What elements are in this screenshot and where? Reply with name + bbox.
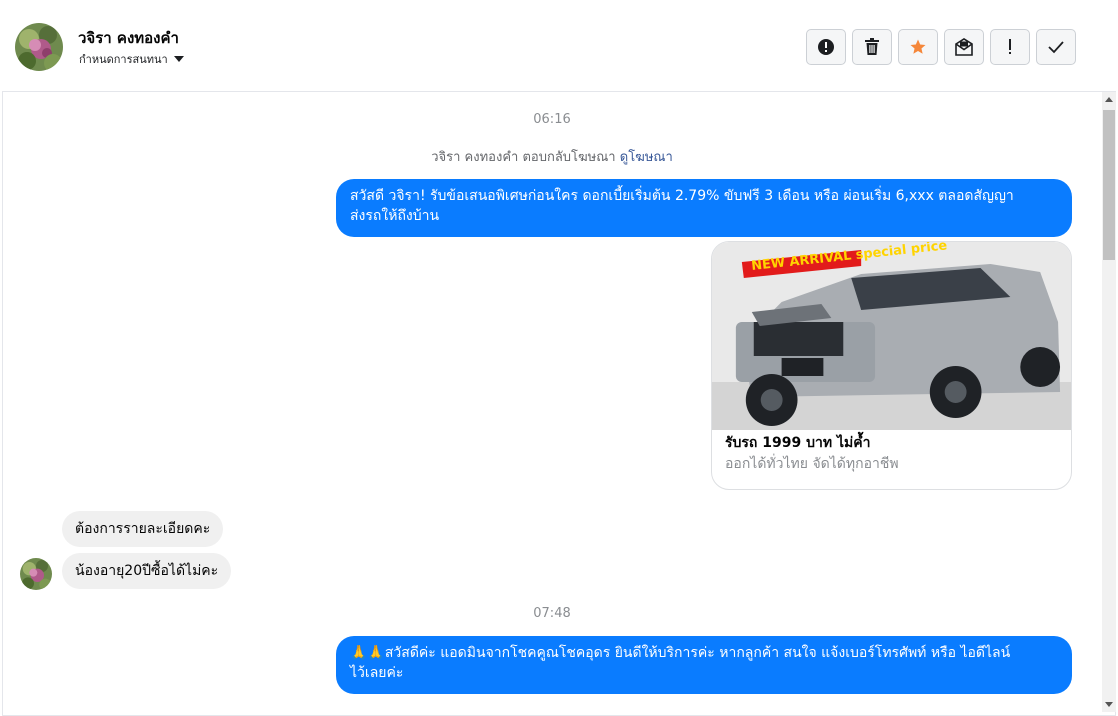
ad-reply-text: วจิรา คงทองคำ ตอบกลับโฆษณา (431, 150, 616, 165)
message-line: ไว้เลยค่ะ (350, 665, 404, 681)
trash-icon (865, 38, 879, 55)
assign-label: กำหนดการสนทนา (79, 53, 168, 66)
conversation-header: วจิรา คงทองคำ กำหนดการสนทนา (2, 4, 1116, 92)
delete-button[interactable] (852, 29, 892, 65)
toolbar (806, 29, 1076, 65)
star-button[interactable] (898, 29, 938, 65)
car-image: NEW ARRIVAL special price (712, 242, 1071, 430)
contact-avatar-small (20, 558, 52, 590)
exclamation-icon (1009, 39, 1011, 54)
contact-avatar[interactable] (15, 23, 63, 71)
outgoing-message[interactable]: สวัสดี วจิรา! รับข้อเสนอพิเศษก่อนใคร ดอก… (336, 179, 1072, 237)
incoming-message[interactable]: น้องอายุ20ปีซื้อได้ไม่คะ (62, 553, 232, 589)
check-icon (1048, 41, 1064, 54)
incoming-message[interactable]: ต้องการรายละเอียดคะ (62, 511, 224, 547)
follow-up-button[interactable] (990, 29, 1030, 65)
ad-card-subtitle: ออกได้ทั่วไทย จัดได้ทุกอาชีพ (725, 456, 899, 472)
outgoing-message[interactable]: 🙏🙏สวัสดีค่ะ แอดมินจากโชคคูณโชคอุดร ยินดี… (336, 636, 1072, 694)
ad-card-title: รับรถ 1999 บาท ไม่ค้ำ (725, 435, 871, 451)
timestamp: 06:16 (533, 112, 571, 127)
assign-conversation-dropdown[interactable]: กำหนดการสนทนา (79, 50, 184, 68)
mark-spam-button[interactable] (806, 29, 846, 65)
view-ad-link[interactable]: ดูโฆษณา (620, 150, 673, 165)
ad-card[interactable]: NEW ARRIVAL special price รับรถ 1999 บาท… (711, 241, 1072, 490)
mark-unread-button[interactable] (944, 29, 984, 65)
scroll-down-icon[interactable] (1105, 702, 1113, 707)
star-icon (910, 39, 926, 54)
message-thread[interactable]: 06:16 วจิรา คงทองคำ ตอบกลับโฆษณา ดูโฆษณา… (2, 92, 1102, 712)
timestamp: 07:48 (533, 606, 571, 621)
scrollbar-thumb[interactable] (1103, 110, 1115, 260)
mark-done-button[interactable] (1036, 29, 1076, 65)
ad-reply-notice: วจิรา คงทองคำ ตอบกลับโฆษณา ดูโฆษณา (2, 146, 1102, 167)
message-line: ส่งรถให้ถึงบ้าน (350, 208, 440, 224)
scroll-up-icon[interactable] (1105, 97, 1113, 102)
message-line: สวัสดี วจิรา! รับข้อเสนอพิเศษก่อนใคร ดอก… (350, 188, 1014, 204)
thread-scrollbar[interactable] (1102, 92, 1116, 712)
contact-name[interactable]: วจิรา คงทองคำ (78, 26, 179, 50)
caret-down-icon (173, 56, 184, 62)
message-line: 🙏🙏สวัสดีค่ะ แอดมินจากโชคคูณโชคอุดร ยินดี… (350, 645, 1011, 661)
alert-circle-icon (818, 39, 834, 55)
mail-icon (955, 38, 973, 56)
